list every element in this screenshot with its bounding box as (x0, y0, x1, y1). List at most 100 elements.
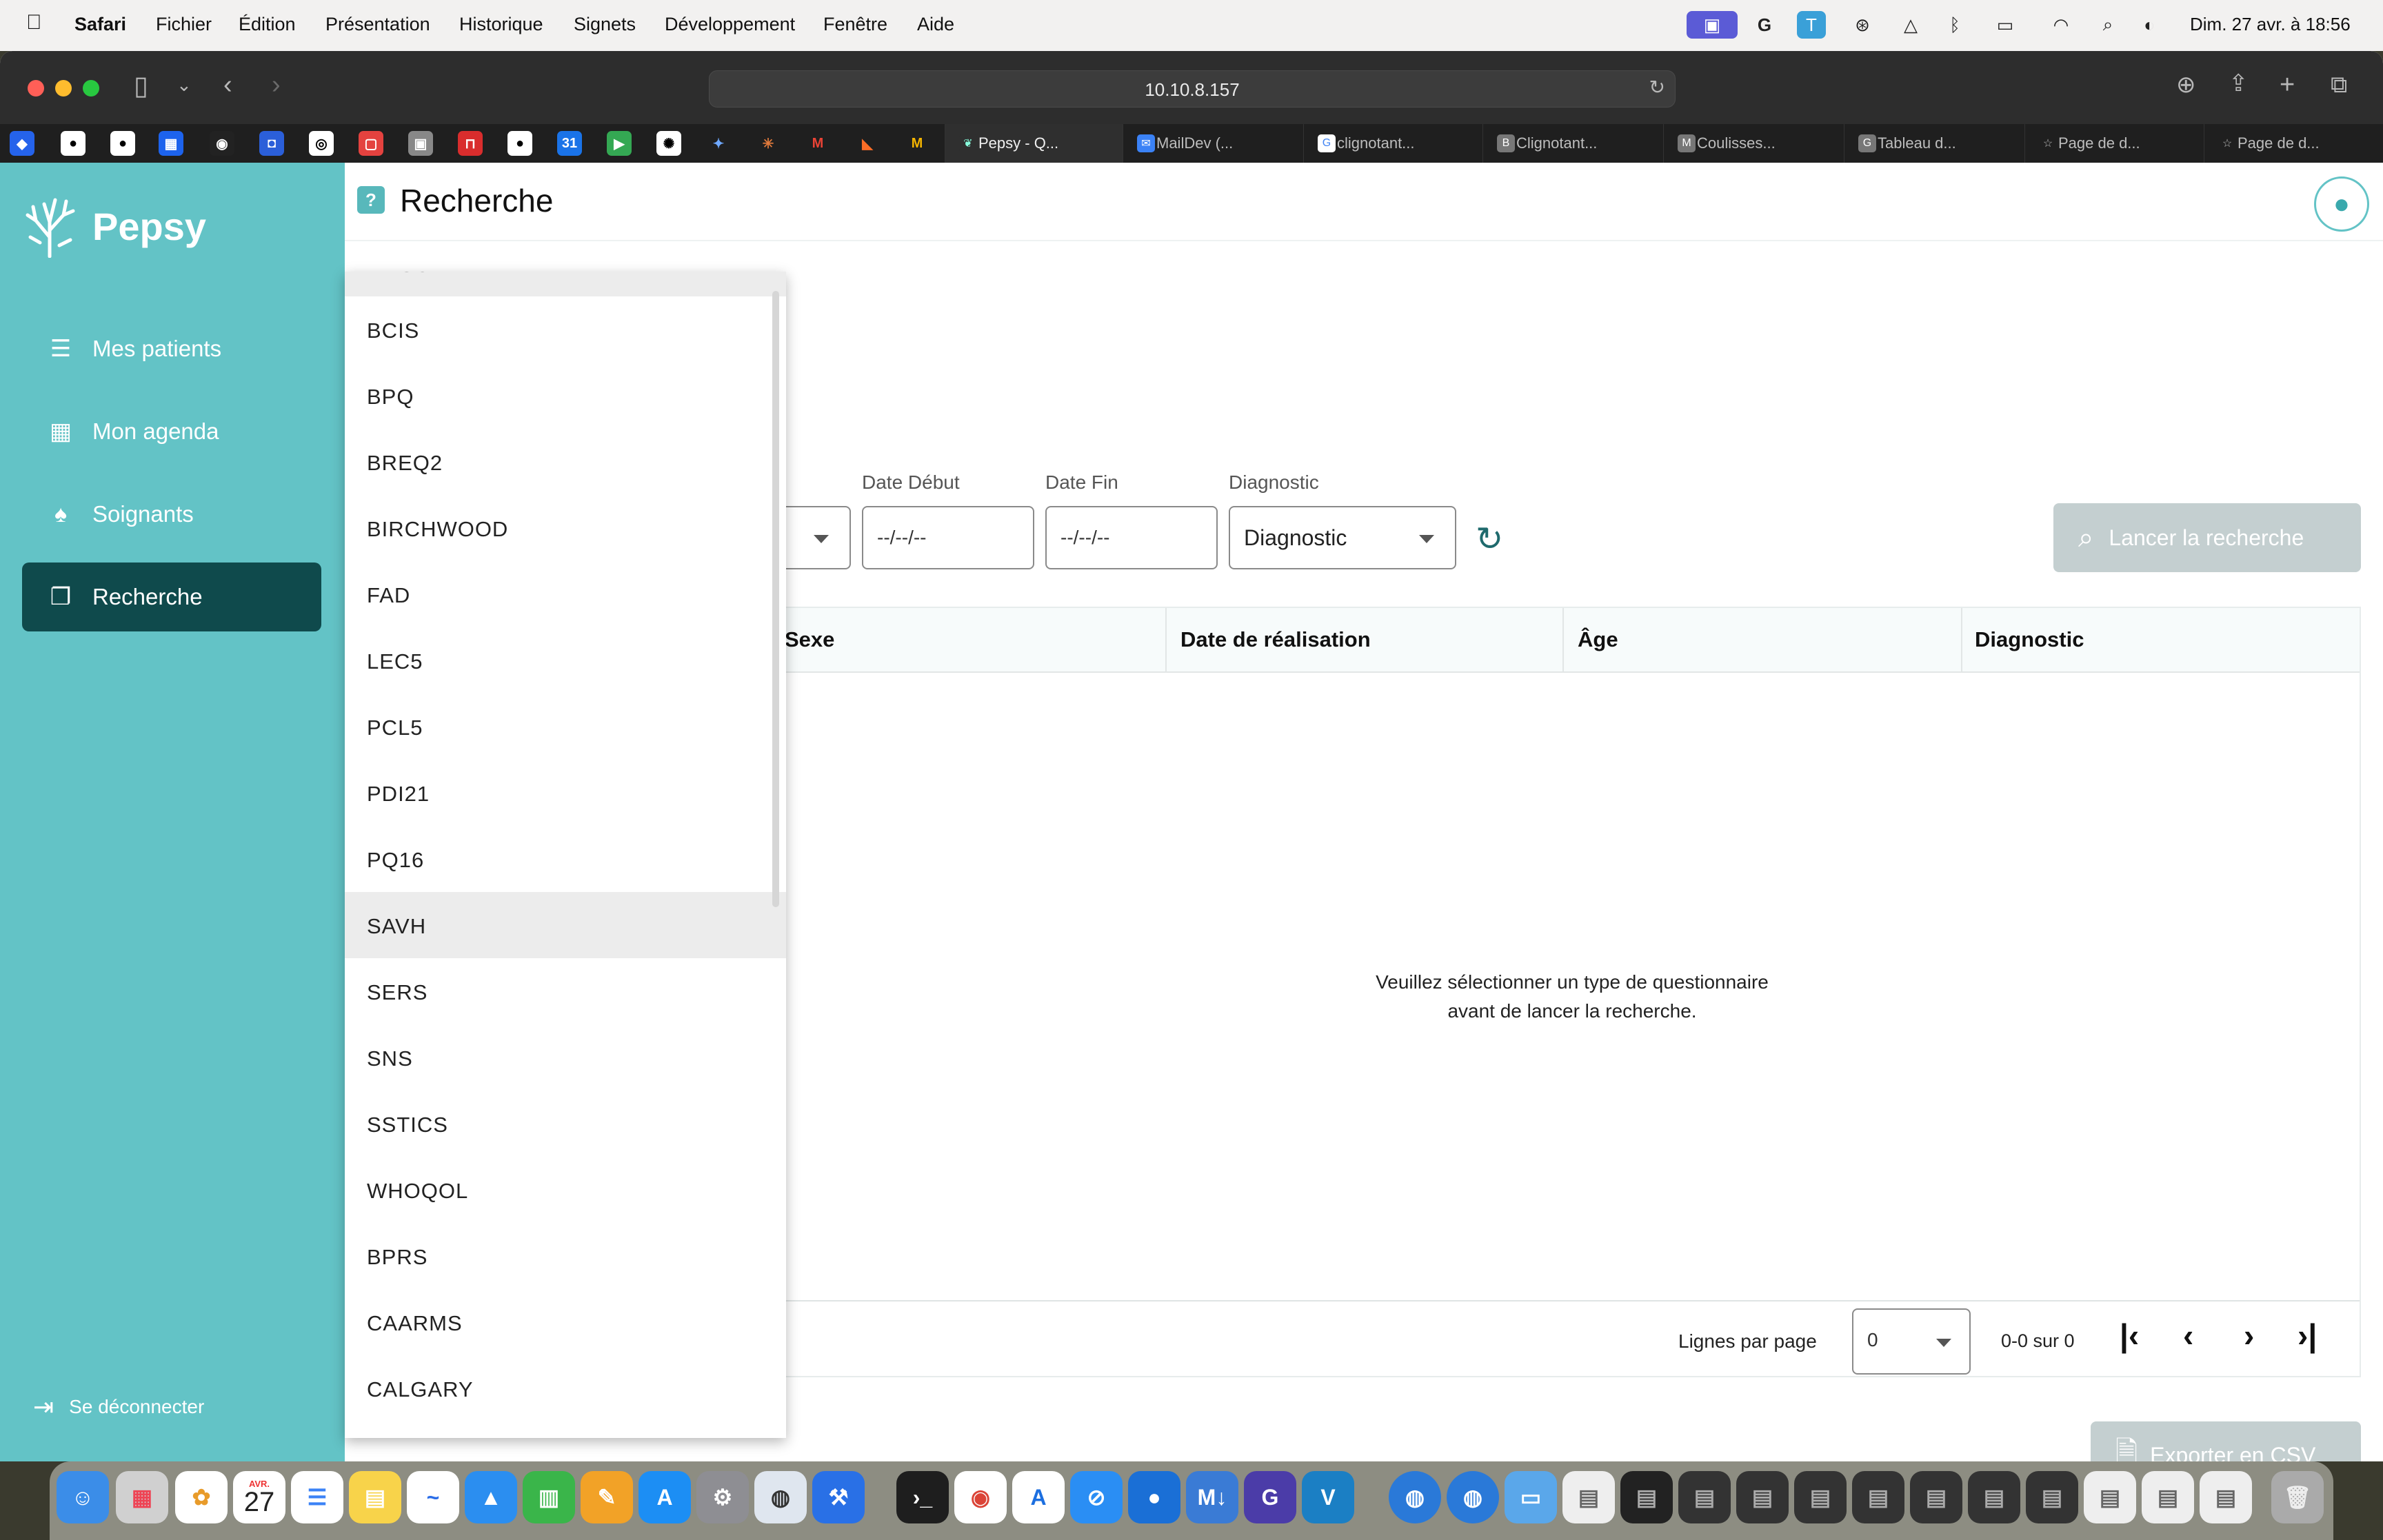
gitlab-icon[interactable]: ◣ (855, 131, 880, 156)
meet-icon[interactable]: ▶ (607, 131, 632, 156)
column-diagnostic[interactable]: Diagnostic (1975, 627, 2084, 652)
xcode-icon[interactable]: ⚒ (812, 1471, 865, 1523)
apple-menu-icon[interactable]:  (26, 11, 42, 34)
numbers-icon[interactable]: ▥ (523, 1471, 575, 1523)
rows-per-page-select[interactable]: 0 (1852, 1308, 1971, 1375)
menu-edition[interactable]: Édition (239, 14, 296, 35)
dropdown-scrollbar[interactable] (772, 291, 779, 907)
dropdown-option[interactable]: PCL5 (345, 693, 786, 760)
trash-icon[interactable]: 🗑 (2271, 1471, 2324, 1523)
battery-icon[interactable]: ▭ (1986, 11, 2024, 39)
dropdown-option[interactable]: SNS (345, 1024, 786, 1091)
graphql-icon[interactable]: G (1244, 1471, 1296, 1523)
menu-app-name[interactable]: Safari (74, 14, 126, 35)
new-tab-icon[interactable]: + (2280, 72, 2295, 98)
vscode-icon[interactable]: V (1302, 1471, 1354, 1523)
bookmark-icon-3[interactable]: ▣ (408, 131, 433, 156)
window-thumbnail-8[interactable]: ▤ (1968, 1471, 2020, 1523)
jira-icon[interactable]: ◆ (10, 131, 34, 156)
window-thumbnail-12[interactable]: ▤ (2200, 1471, 2252, 1523)
dropdown-option[interactable]: PDI21 (345, 760, 786, 826)
window-thumbnail-4[interactable]: ▤ (1736, 1471, 1789, 1523)
apple-icon[interactable]: ● (507, 131, 532, 156)
menu-fenetre[interactable]: Fenêtre (823, 14, 887, 35)
export-csv-button[interactable]: 🗎 Exporter en CSV (2091, 1421, 2361, 1461)
tab-maildev[interactable]: ✉ MailDev (... (1123, 124, 1300, 163)
screen-share-icon[interactable]: ▣ (1687, 11, 1738, 39)
tab-google-clignotant[interactable]: G clignotant... (1303, 124, 1481, 163)
bitwarden-icon[interactable]: ◘ (259, 131, 284, 156)
nav-recherche[interactable]: ❐ Recherche (22, 563, 321, 631)
dropdown-option-highlighted[interactable]: SAVH (345, 892, 786, 958)
logout-link[interactable]: ⇥ Se déconnecter (33, 1392, 204, 1421)
dropdown-option[interactable]: BPRS (345, 1223, 786, 1289)
back-icon[interactable]: ‹ (223, 72, 232, 98)
globe-icon-2[interactable]: ◍ (1447, 1471, 1499, 1523)
dropdown-option[interactable]: PQ16 (345, 826, 786, 892)
tab-clignotant[interactable]: B Clignotant... (1482, 124, 1660, 163)
spotlight-icon[interactable]: ⌕ (2093, 11, 2122, 39)
last-page-icon[interactable]: ›| (2297, 1319, 2317, 1351)
dropdown-option[interactable]: LEC5 (345, 627, 786, 693)
menu-aide[interactable]: Aide (917, 14, 954, 35)
forward-icon[interactable]: › (272, 72, 281, 98)
markdown-icon[interactable]: M↓ (1186, 1471, 1238, 1523)
downloads-folder-icon[interactable]: ▭ (1505, 1471, 1557, 1523)
github-icon-2[interactable]: ● (110, 131, 135, 156)
tab-page-de-demarrage-1[interactable]: ☆ Page de d... (2024, 124, 2202, 163)
reset-filters-icon[interactable]: ↻ (1476, 520, 1503, 558)
photos-icon[interactable]: ✿ (175, 1471, 228, 1523)
tab-tableau[interactable]: G Tableau d... (1844, 124, 2022, 163)
dropdown-option[interactable]: CAARMS (345, 1289, 786, 1355)
claude-icon[interactable]: ✳ (756, 131, 781, 156)
chrome-icon[interactable]: ◉ (954, 1471, 1007, 1523)
control-center-icon[interactable]: ◐ (2135, 11, 2164, 39)
bookmark-icon-1[interactable]: ◎ (309, 131, 334, 156)
window-thumbnail-11[interactable]: ▤ (2142, 1471, 2194, 1523)
dropdown-option[interactable]: WHOQOL (345, 1157, 786, 1223)
window-thumbnail-2[interactable]: ▤ (1620, 1471, 1673, 1523)
window-thumbnail-7[interactable]: ▤ (1910, 1471, 1962, 1523)
menu-developpement[interactable]: Développement (665, 14, 795, 35)
reload-icon[interactable]: ↻ (1649, 78, 1665, 97)
chevron-down-icon[interactable]: ⌄ (177, 76, 192, 94)
dropdown-option[interactable]: SSTICS (345, 1091, 786, 1157)
wifi-icon[interactable]: ◠ (2047, 11, 2075, 39)
terminal-icon[interactable]: ›_ (896, 1471, 949, 1523)
tab-overview-icon[interactable]: ⧉ (2331, 73, 2347, 97)
date-end-field[interactable]: --/--/-- (1045, 506, 1218, 569)
bookmark-icon-4[interactable]: ⊓ (458, 131, 483, 156)
downloads-icon[interactable]: ⊕ (2176, 73, 2196, 97)
vpn-icon[interactable]: ⊛ (1848, 11, 1877, 39)
bookmark-m-icon[interactable]: M (905, 131, 929, 156)
freeform-icon[interactable]: ~ (407, 1471, 459, 1523)
diagnostic-select[interactable]: Diagnostic (1229, 506, 1456, 569)
tab-pepsy[interactable]: ❦ Pepsy - Q... (945, 124, 1123, 163)
grammarly-icon[interactable]: G (1750, 11, 1779, 39)
bookmark-icon-2[interactable]: ▢ (359, 131, 383, 156)
pages-icon[interactable]: ✎ (581, 1471, 633, 1523)
dropdown-option[interactable]: ANGST (345, 272, 786, 296)
app-logo[interactable]: Pepsy (23, 194, 206, 258)
window-thumbnail-9[interactable]: ▤ (2026, 1471, 2078, 1523)
dropdown-option[interactable]: SERS (345, 958, 786, 1024)
menu-fichier[interactable]: Fichier (156, 14, 212, 35)
dropdown-option[interactable]: BIRCHWOOD (345, 495, 786, 561)
dropdown-option[interactable]: BREQ2 (345, 429, 786, 495)
menu-presentation[interactable]: Présentation (325, 14, 430, 35)
drive-icon[interactable]: △ (1896, 11, 1925, 39)
user-avatar-button[interactable]: ● (2314, 176, 2369, 232)
notes-icon[interactable]: ▤ (349, 1471, 401, 1523)
safari-icon[interactable]: ⊘ (1070, 1471, 1123, 1523)
window-thumbnail-10[interactable]: ▤ (2084, 1471, 2136, 1523)
gmail-icon[interactable]: M (805, 131, 830, 156)
bluetooth-icon[interactable]: ᛒ (1940, 11, 1969, 39)
window-thumbnail-6[interactable]: ▤ (1852, 1471, 1904, 1523)
column-date-realisation[interactable]: Date de réalisation (1180, 627, 1371, 652)
window-thumbnail-5[interactable]: ▤ (1794, 1471, 1847, 1523)
calendar-app-icon[interactable]: AVR. 27 (233, 1471, 285, 1523)
github-icon[interactable]: ● (61, 131, 86, 156)
zoom-window-button[interactable] (83, 80, 99, 97)
menu-signets[interactable]: Signets (574, 14, 636, 35)
launch-search-button[interactable]: ⌕ Lancer la recherche (2053, 503, 2361, 572)
